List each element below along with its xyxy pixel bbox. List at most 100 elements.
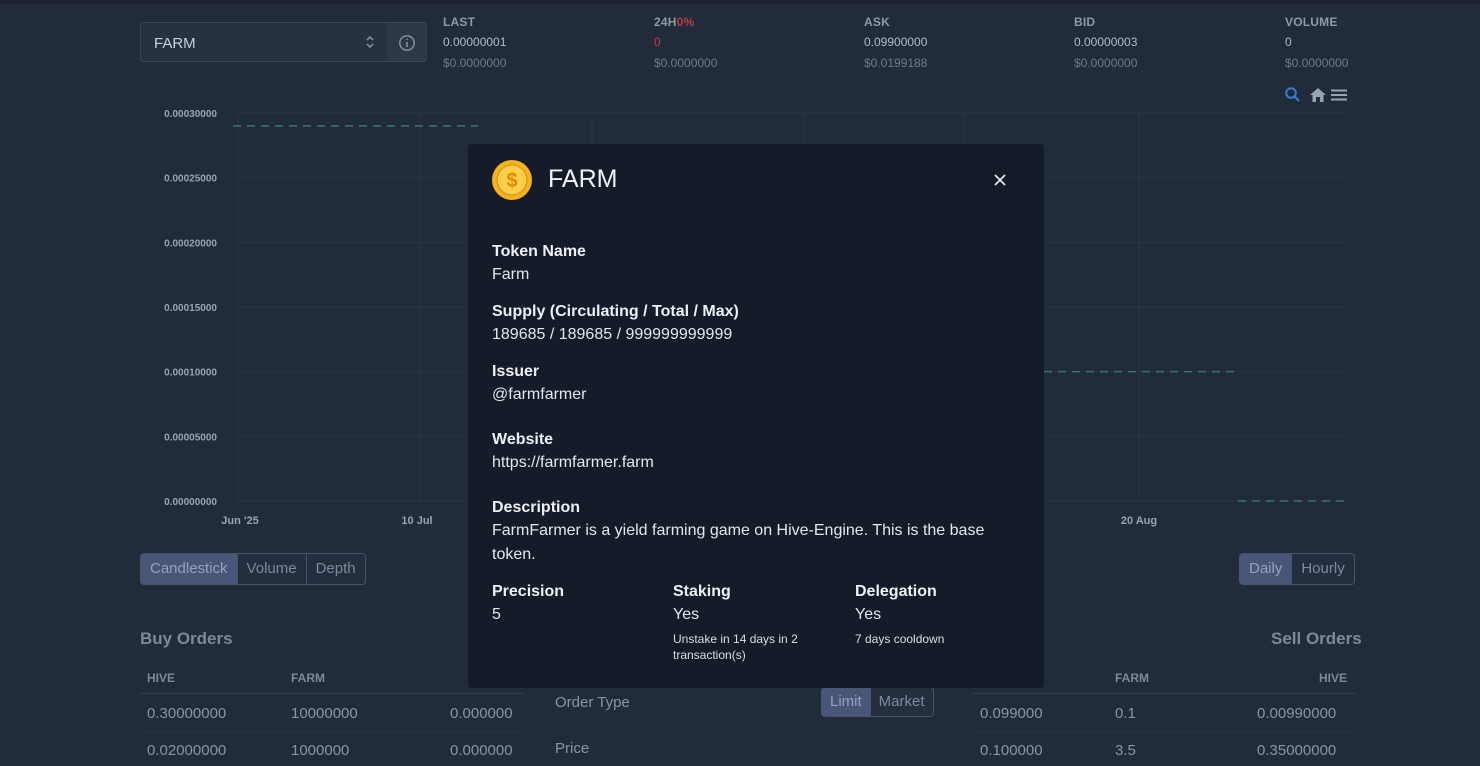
candlestick-button[interactable]: Candlestick bbox=[141, 554, 238, 584]
website-link[interactable]: https://farmfarmer.farm bbox=[492, 451, 654, 475]
supply-field: Supply (Circulating / Total / Max) 18968… bbox=[492, 303, 739, 347]
y-tick-label: 0.00025000 bbox=[164, 174, 217, 185]
description-value: FarmFarmer is a yield farming game on Hi… bbox=[492, 522, 985, 563]
stat-bid-usd: $0.0000000 bbox=[1074, 56, 1138, 70]
precision-value: 5 bbox=[492, 606, 501, 623]
website-label: Website bbox=[492, 431, 554, 448]
issuer-label: Issuer bbox=[492, 363, 540, 380]
y-tick-label: 0.00020000 bbox=[164, 238, 217, 249]
buy-row-0-price[interactable]: 0.30000000 bbox=[147, 705, 226, 722]
stat-bid-value: 0.00000003 bbox=[1074, 35, 1138, 49]
buy-row-0-amount[interactable]: 10000000 bbox=[291, 705, 358, 722]
period-group: Daily Hourly bbox=[1239, 553, 1355, 585]
limit-button[interactable]: Limit bbox=[822, 688, 871, 716]
stat-volume-label: VOLUME bbox=[1285, 15, 1338, 29]
buy-header-farm: FARM bbox=[291, 671, 325, 685]
x-tick-label: 20 Aug bbox=[1121, 515, 1157, 527]
y-tick-label: 0.00005000 bbox=[164, 432, 217, 443]
description-label: Description bbox=[492, 499, 581, 516]
order-type-group: Limit Market bbox=[821, 687, 934, 717]
sell-row-1-price[interactable]: 0.100000 bbox=[980, 742, 1043, 759]
stat-24h-label: 24H0% bbox=[654, 15, 834, 29]
token-select-value: FARM bbox=[154, 35, 196, 52]
stat-volume-value: 0 bbox=[1285, 35, 1292, 49]
depth-button[interactable]: Depth bbox=[306, 554, 365, 584]
y-tick-label: 0.00000000 bbox=[164, 497, 217, 508]
issuer-field: Issuer @farmfarmer bbox=[492, 363, 586, 407]
buy-row-1-total[interactable]: 0.000000 bbox=[450, 742, 513, 759]
token-name-value: Farm bbox=[492, 266, 530, 283]
buy-table-divider bbox=[140, 693, 524, 694]
stat-last: LAST 0.00000001 $0.0000000 bbox=[443, 15, 623, 70]
buy-row-0-total[interactable]: 0.000000 bbox=[450, 705, 513, 722]
close-icon[interactable] bbox=[993, 173, 1007, 187]
sell-header-farm: FARM bbox=[1115, 671, 1149, 685]
stat-24h-usd: $0.0000000 bbox=[654, 56, 718, 70]
gold-coin-icon: $ bbox=[492, 160, 532, 200]
supply-value: 189685 / 189685 / 999999999999 bbox=[492, 326, 733, 343]
precision-field: Precision 5 bbox=[492, 583, 652, 627]
buy-row-divider bbox=[140, 731, 524, 732]
order-type-label: Order Type bbox=[555, 694, 630, 711]
sell-table-divider bbox=[972, 693, 1356, 694]
delegation-label: Delegation bbox=[855, 583, 937, 600]
hourly-button[interactable]: Hourly bbox=[1292, 554, 1354, 584]
x-tick-label: Jun '25 bbox=[221, 515, 258, 527]
stat-ask-value: 0.09900000 bbox=[864, 35, 928, 49]
y-tick-label: 0.00030000 bbox=[164, 109, 217, 120]
svg-text:$: $ bbox=[506, 170, 517, 192]
buy-row-1-price[interactable]: 0.02000000 bbox=[147, 742, 226, 759]
token-name-label: Token Name bbox=[492, 243, 586, 260]
token-info-button[interactable] bbox=[387, 22, 427, 62]
sell-row-0-amount[interactable]: 0.1 bbox=[1115, 705, 1136, 722]
market-button[interactable]: Market bbox=[870, 688, 933, 716]
sell-row-divider bbox=[972, 731, 1356, 732]
sell-header-hive: HIVE bbox=[1319, 671, 1348, 685]
website-field: Website https://farmfarmer.farm bbox=[492, 431, 654, 475]
up-down-chevron-icon bbox=[366, 35, 374, 49]
staking-value: Yes bbox=[673, 606, 700, 623]
supply-label: Supply (Circulating / Total / Max) bbox=[492, 303, 739, 320]
stat-bid: BID 0.00000003 $0.0000000 bbox=[1074, 15, 1254, 70]
sell-orders-title: Sell Orders bbox=[1271, 629, 1362, 648]
sell-row-0-total[interactable]: 0.00990000 bbox=[1257, 705, 1336, 722]
sell-row-1-amount[interactable]: 3.5 bbox=[1115, 742, 1136, 759]
daily-button[interactable]: Daily bbox=[1240, 554, 1293, 584]
y-tick-label: 0.00015000 bbox=[164, 303, 217, 314]
issuer-value: @farmfarmer bbox=[492, 386, 587, 403]
delegation-value: Yes bbox=[855, 606, 882, 623]
sell-row-1-total[interactable]: 0.35000000 bbox=[1257, 742, 1336, 759]
buy-header-hive: HIVE bbox=[147, 671, 176, 685]
stat-24h-value: 0 bbox=[654, 35, 661, 49]
delegation-field: Delegation Yes 7 days cooldown bbox=[855, 583, 1020, 647]
price-label: Price bbox=[555, 740, 590, 757]
info-circle-icon bbox=[399, 35, 415, 51]
x-tick-label: 10 Jul bbox=[401, 515, 432, 527]
stat-last-value: 0.00000001 bbox=[443, 35, 507, 49]
stat-ask: ASK 0.09900000 $0.0199188 bbox=[864, 15, 1044, 70]
buy-row-1-amount[interactable]: 1000000 bbox=[291, 742, 349, 759]
modal-title: FARM bbox=[548, 165, 618, 193]
stat-ask-usd: $0.0199188 bbox=[864, 56, 928, 70]
stat-24h: 24H0% 0 $0.0000000 bbox=[654, 15, 834, 70]
stat-last-label: LAST bbox=[443, 15, 476, 29]
token-info-modal: $ FARM Token Name Farm Supply (Circulati… bbox=[468, 144, 1044, 688]
description-field: Description FarmFarmer is a yield farmin… bbox=[492, 499, 1022, 567]
y-tick-label: 0.00010000 bbox=[164, 368, 217, 379]
volume-button[interactable]: Volume bbox=[237, 554, 307, 584]
staking-label: Staking bbox=[673, 583, 731, 600]
stat-volume-usd: $0.0000000 bbox=[1285, 56, 1349, 70]
stat-ask-label: ASK bbox=[864, 15, 890, 29]
chart-type-group: Candlestick Volume Depth bbox=[140, 553, 366, 585]
stat-last-usd: $0.0000000 bbox=[443, 56, 507, 70]
delegation-note: 7 days cooldown bbox=[855, 632, 945, 646]
buy-orders-title: Buy Orders bbox=[140, 629, 233, 648]
precision-label: Precision bbox=[492, 583, 565, 600]
sell-row-0-price[interactable]: 0.099000 bbox=[980, 705, 1043, 722]
staking-note: Unstake in 14 days in 2 transaction(s) bbox=[673, 632, 798, 662]
token-name-field: Token Name Farm bbox=[492, 243, 586, 287]
stat-volume: VOLUME 0 $0.0000000 bbox=[1285, 15, 1405, 70]
stat-24h-label-text: 24H bbox=[654, 15, 677, 29]
token-select[interactable]: FARM bbox=[140, 22, 388, 62]
stat-bid-label: BID bbox=[1074, 15, 1096, 29]
